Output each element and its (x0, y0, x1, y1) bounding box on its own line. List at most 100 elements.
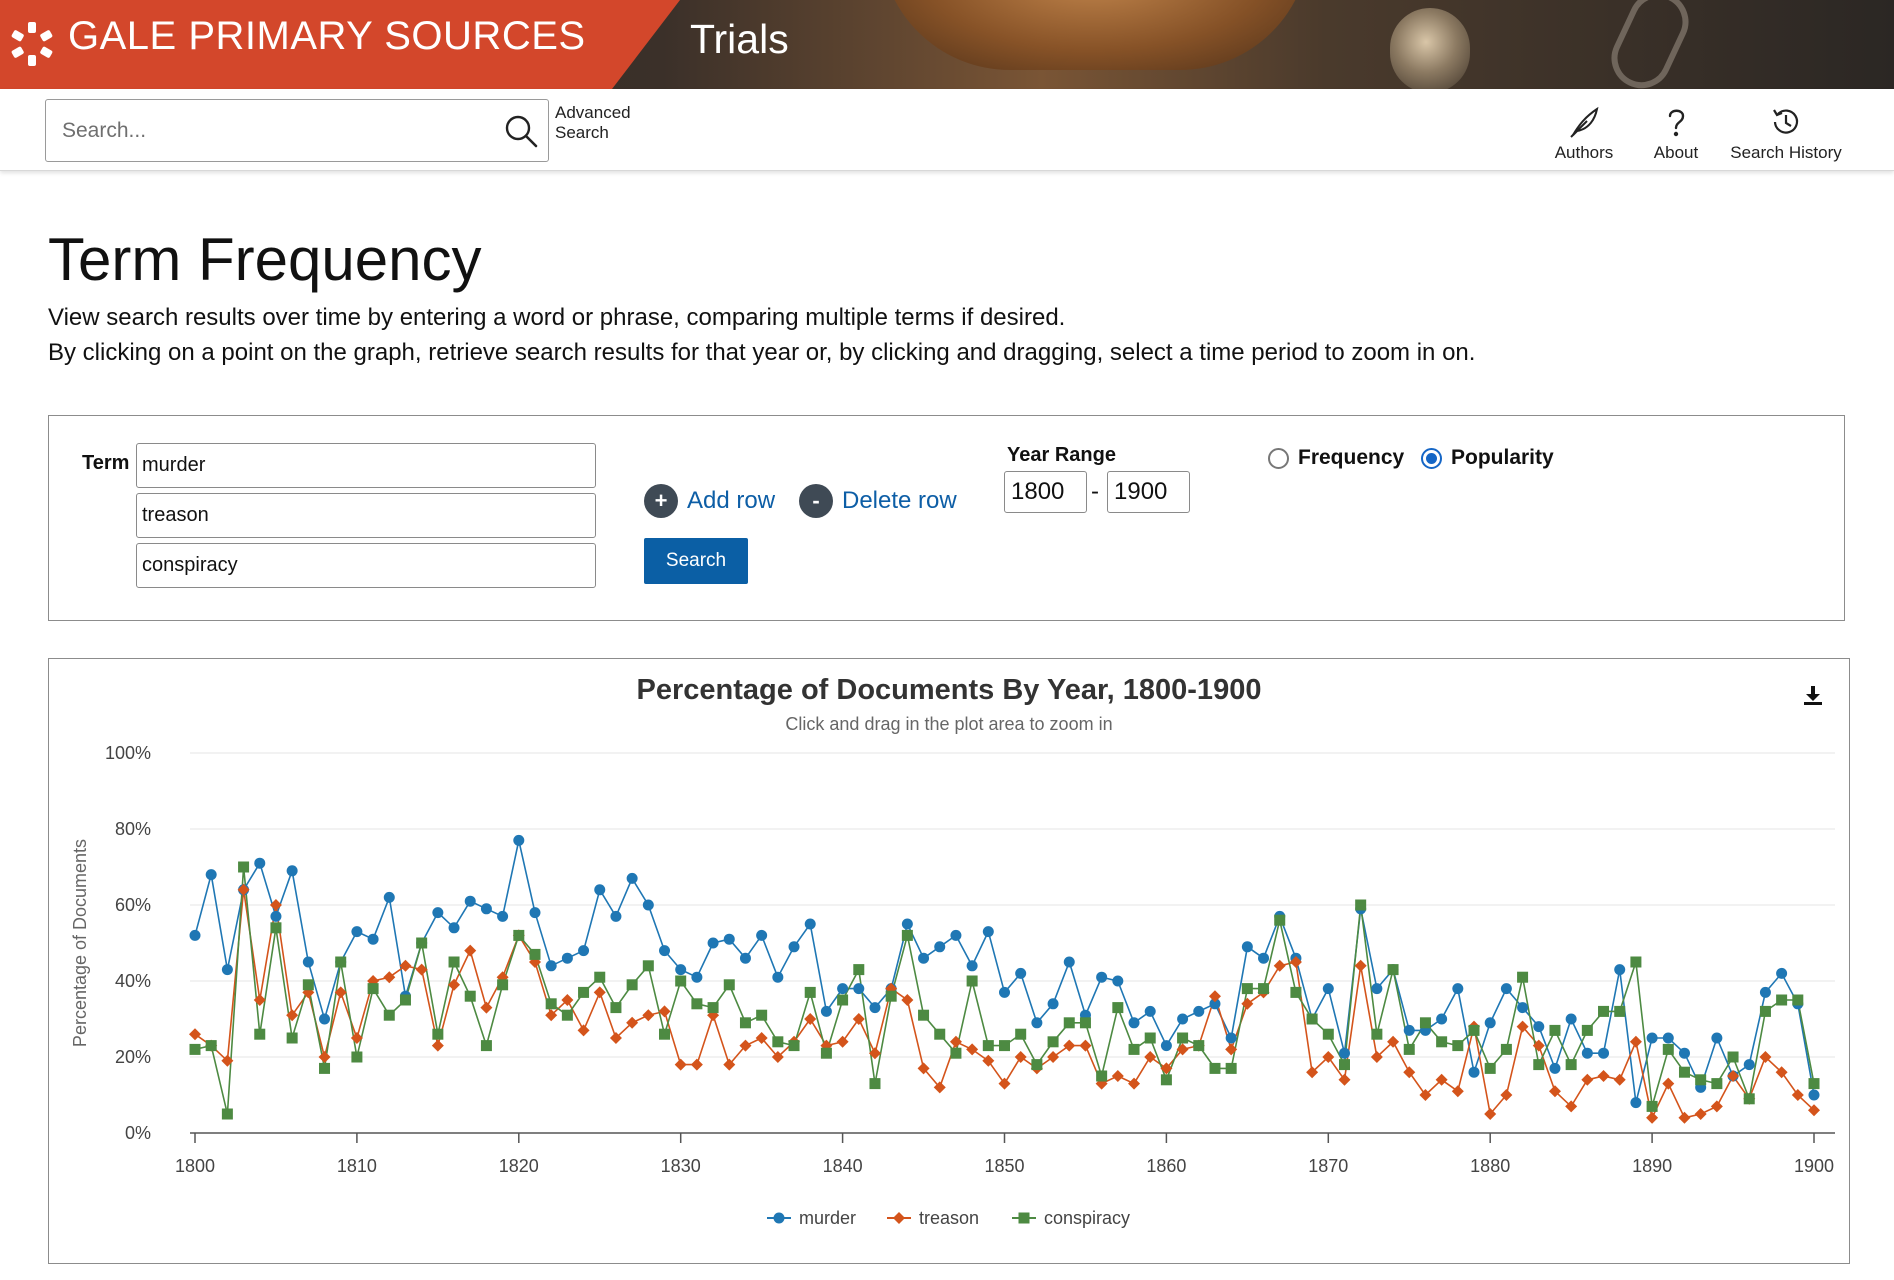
data-point-conspiracy[interactable] (1079, 1017, 1091, 1029)
data-point-conspiracy[interactable] (1177, 1032, 1189, 1044)
data-point-treason[interactable] (1613, 1073, 1626, 1086)
data-point-conspiracy[interactable] (1403, 1043, 1415, 1055)
data-point-conspiracy[interactable] (1355, 899, 1367, 911)
data-point-conspiracy[interactable] (1419, 1017, 1431, 1029)
data-point-murder[interactable] (869, 1002, 881, 1014)
data-point-murder[interactable] (432, 907, 444, 919)
data-point-conspiracy[interactable] (837, 994, 849, 1006)
legend-marker-murder[interactable] (773, 1212, 785, 1224)
data-point-conspiracy[interactable] (1144, 1032, 1156, 1044)
data-point-murder[interactable] (1662, 1032, 1674, 1044)
data-point-conspiracy[interactable] (1727, 1051, 1739, 1063)
data-point-treason[interactable] (674, 1058, 687, 1071)
data-point-conspiracy[interactable] (561, 1009, 573, 1021)
data-point-murder[interactable] (1436, 1013, 1448, 1025)
data-point-conspiracy[interactable] (497, 979, 509, 991)
popularity-radio-dot[interactable] (1421, 447, 1442, 469)
data-point-treason[interactable] (464, 944, 477, 957)
search-history-button[interactable]: Search History (1728, 105, 1844, 163)
data-point-murder[interactable] (1759, 986, 1771, 998)
data-point-murder[interactable] (918, 952, 930, 964)
data-point-conspiracy[interactable] (529, 948, 541, 960)
data-point-conspiracy[interactable] (1484, 1062, 1496, 1074)
data-point-treason[interactable] (237, 883, 250, 896)
brand-block[interactable]: GALE PRIMARY SOURCES (0, 0, 680, 89)
data-point-conspiracy[interactable] (399, 994, 411, 1006)
data-point-murder[interactable] (772, 971, 784, 983)
data-point-conspiracy[interactable] (448, 956, 460, 968)
data-point-murder[interactable] (1063, 956, 1075, 968)
data-point-conspiracy[interactable] (545, 998, 557, 1010)
data-point-murder[interactable] (659, 945, 671, 957)
data-point-murder[interactable] (966, 960, 978, 972)
data-point-murder[interactable] (302, 956, 314, 968)
data-point-murder[interactable] (1711, 1032, 1723, 1044)
download-icon[interactable] (1801, 683, 1825, 707)
data-point-murder[interactable] (707, 937, 719, 949)
data-point-treason[interactable] (318, 1051, 331, 1063)
year-to-input[interactable] (1107, 471, 1190, 513)
data-point-treason[interactable] (836, 1035, 849, 1048)
data-point-conspiracy[interactable] (254, 1028, 266, 1040)
data-point-conspiracy[interactable] (1581, 1024, 1593, 1036)
data-point-treason[interactable] (966, 1043, 979, 1056)
data-point-treason[interactable] (690, 1058, 703, 1071)
data-point-murder[interactable] (1371, 983, 1383, 995)
data-point-murder[interactable] (1144, 1005, 1156, 1017)
data-point-conspiracy[interactable] (691, 998, 703, 1010)
data-point-murder[interactable] (529, 907, 541, 919)
data-point-murder[interactable] (448, 922, 460, 934)
data-point-conspiracy[interactable] (1662, 1043, 1674, 1055)
data-point-conspiracy[interactable] (1792, 994, 1804, 1006)
data-point-murder[interactable] (1614, 964, 1626, 976)
delete-row-button[interactable]: - Delete row (799, 484, 957, 518)
data-point-conspiracy[interactable] (788, 1040, 800, 1052)
data-point-murder[interactable] (1549, 1062, 1561, 1074)
data-point-conspiracy[interactable] (1112, 1002, 1124, 1014)
data-point-conspiracy[interactable] (1047, 1036, 1059, 1048)
data-point-murder[interactable] (1646, 1032, 1658, 1044)
data-point-conspiracy[interactable] (626, 979, 638, 991)
data-point-murder[interactable] (189, 929, 201, 941)
term-input-3[interactable] (136, 543, 596, 588)
data-point-conspiracy[interactable] (286, 1032, 298, 1044)
data-point-treason[interactable] (1403, 1066, 1416, 1079)
data-point-treason[interactable] (577, 1024, 590, 1037)
data-point-murder[interactable] (1160, 1040, 1172, 1052)
data-point-murder[interactable] (1678, 1047, 1690, 1059)
data-point-treason[interactable] (998, 1077, 1011, 1090)
data-point-treason[interactable] (1581, 1073, 1594, 1086)
advanced-search-link[interactable]: Advanced Search (555, 103, 645, 143)
data-point-conspiracy[interactable] (1063, 1017, 1075, 1029)
data-point-treason[interactable] (1662, 1077, 1675, 1090)
data-point-conspiracy[interactable] (1031, 1059, 1043, 1071)
data-point-treason[interactable] (804, 1013, 817, 1025)
data-point-conspiracy[interactable] (1500, 1043, 1512, 1055)
data-point-conspiracy[interactable] (966, 975, 978, 987)
data-point-murder[interactable] (1517, 1002, 1529, 1014)
data-point-conspiracy[interactable] (464, 990, 476, 1002)
data-point-conspiracy[interactable] (707, 1002, 719, 1014)
data-point-conspiracy[interactable] (756, 1009, 768, 1021)
data-point-treason[interactable] (189, 1028, 201, 1041)
data-point-murder[interactable] (1776, 967, 1788, 979)
data-point-conspiracy[interactable] (675, 975, 687, 987)
data-point-conspiracy[interactable] (1598, 1005, 1610, 1017)
data-point-treason[interactable] (1047, 1051, 1060, 1063)
data-point-conspiracy[interactable] (853, 964, 865, 976)
data-point-conspiracy[interactable] (1258, 983, 1270, 995)
term-frequency-chart[interactable]: 0% 20% 40% 60% 80% 100% 1800 1810 1820 1830 1840 18… (49, 659, 1849, 1263)
data-point-conspiracy[interactable] (1565, 1059, 1577, 1071)
data-point-murder[interactable] (319, 1013, 331, 1025)
data-point-conspiracy[interactable] (1759, 1005, 1771, 1017)
data-point-conspiracy[interactable] (642, 960, 654, 972)
data-point-conspiracy[interactable] (1338, 1059, 1350, 1071)
data-point-murder[interactable] (513, 834, 525, 846)
data-point-conspiracy[interactable] (1711, 1078, 1723, 1090)
data-point-conspiracy[interactable] (1776, 994, 1788, 1006)
data-point-murder[interactable] (1177, 1013, 1189, 1025)
data-point-conspiracy[interactable] (739, 1017, 751, 1029)
data-point-conspiracy[interactable] (885, 990, 897, 1002)
data-point-murder[interactable] (464, 895, 476, 907)
data-point-conspiracy[interactable] (723, 979, 735, 991)
